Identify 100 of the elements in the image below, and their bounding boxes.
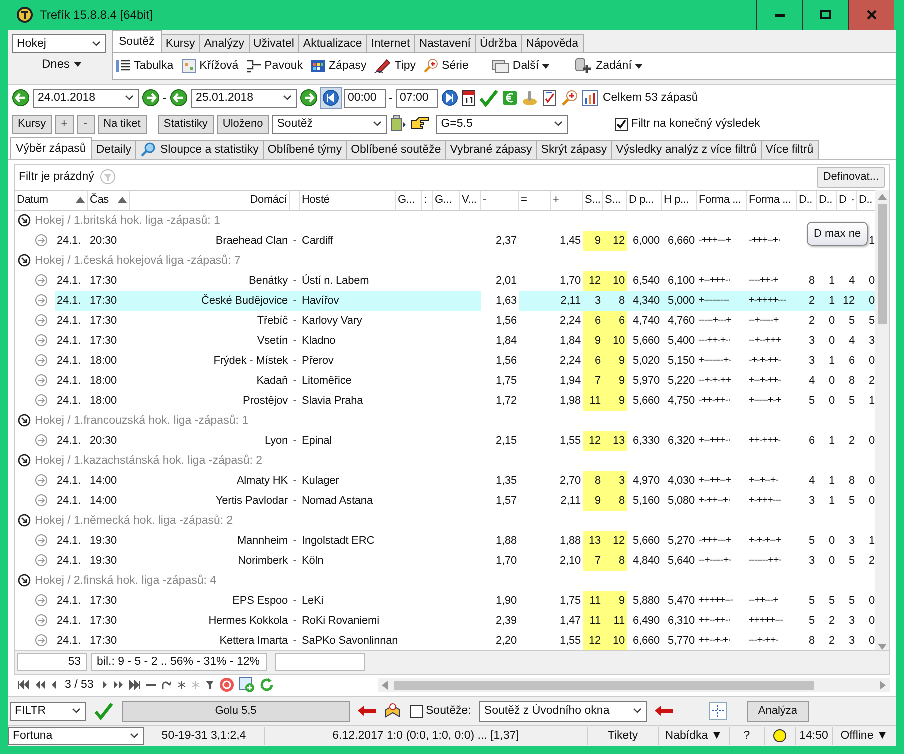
column-header[interactable]: Forma ... [697, 190, 747, 210]
close-button[interactable] [848, 0, 894, 30]
collapse-icon[interactable] [18, 254, 31, 268]
filter-icon[interactable] [204, 680, 215, 690]
table-cell[interactable]: 24.1. [55, 330, 88, 351]
ribbon-button[interactable]: Pavouk [246, 58, 303, 74]
action-button[interactable]: + [55, 114, 74, 134]
first-icon[interactable] [18, 680, 30, 690]
previous-icon[interactable] [50, 680, 58, 690]
column-header[interactable]: D.. [797, 190, 817, 210]
euro-icon[interactable] [502, 90, 518, 106]
ribbon-button[interactable]: Křížová [180, 58, 239, 74]
ribbon-button[interactable]: Tabulka [115, 58, 174, 74]
move-icon[interactable] [709, 702, 728, 720]
table-cell[interactable]: 24.1. [55, 470, 88, 491]
bookmaker-select[interactable]: Fortuna [8, 727, 144, 745]
fast-forward-icon[interactable] [441, 89, 459, 107]
next-page-icon[interactable] [112, 680, 125, 690]
collapse-icon[interactable] [18, 514, 31, 528]
checkmark-icon[interactable] [479, 89, 499, 107]
define-button[interactable]: Definovat... [817, 166, 885, 188]
date-from-field[interactable]: 24.01.2018 [33, 88, 139, 108]
table-cell[interactable]: 24.1. [55, 610, 88, 631]
table-cell[interactable]: 24.1. [55, 230, 88, 251]
asterisk-icon[interactable] [176, 680, 187, 690]
menu-tab[interactable]: Soutěž [112, 30, 162, 52]
view-tab[interactable]: Výsledky analýz z více filtrů [611, 140, 762, 159]
menu-tab[interactable]: Analýzy [199, 34, 250, 52]
view-tab[interactable]: Skrýt zápasy [536, 140, 612, 159]
view-tab[interactable]: Detaily [91, 140, 136, 159]
column-header[interactable]: = [519, 190, 551, 210]
rewind-icon[interactable] [321, 88, 341, 108]
checkmark-icon[interactable] [94, 702, 114, 720]
action-button[interactable]: - [76, 114, 95, 134]
view-tab[interactable]: Oblíbené soutěže [346, 140, 446, 159]
previous-page-icon[interactable] [34, 680, 46, 690]
collapse-icon[interactable] [18, 214, 31, 228]
scroll-thumb[interactable] [878, 204, 887, 324]
collapse-icon[interactable] [18, 454, 31, 468]
competition-select[interactable]: Soutěž [272, 114, 388, 134]
goals-select[interactable]: G=5.5 [436, 114, 568, 134]
view-tab[interactable]: Výběr zápasů [10, 137, 92, 159]
export-icon[interactable] [390, 115, 408, 133]
column-header[interactable]: : [422, 190, 433, 210]
redo-icon[interactable] [160, 680, 173, 690]
bar-chart-icon[interactable] [582, 90, 598, 106]
column-header[interactable]: S... [603, 190, 627, 210]
table-cell[interactable]: 24.1. [55, 390, 88, 411]
column-header[interactable]: D [837, 190, 857, 210]
table-cell[interactable]: 24.1. [55, 310, 88, 331]
time-to-field[interactable]: 07:00 [396, 88, 438, 108]
column-header[interactable]: S... [583, 190, 603, 210]
table-cell[interactable]: 24.1. [55, 370, 88, 391]
action-button[interactable]: Uloženo [216, 114, 270, 134]
view-tab[interactable]: Oblíbené týmy [262, 140, 348, 159]
scroll-right-icon[interactable] [880, 680, 886, 690]
table-cell[interactable]: 24.1. [55, 530, 88, 551]
column-header[interactable]: G... [433, 190, 460, 210]
column-header[interactable]: - [481, 190, 519, 210]
date-to-field[interactable]: 25.01.2018 [191, 88, 297, 108]
action-button[interactable]: Na tiket [98, 114, 147, 134]
vertical-scrollbar[interactable] [875, 190, 889, 650]
refresh-icon[interactable] [258, 677, 275, 694]
horizontal-scrollbar[interactable] [378, 678, 890, 692]
checklist-icon[interactable] [542, 89, 558, 107]
table-cell[interactable]: 24.1. [55, 550, 88, 571]
collapse-icon[interactable] [18, 414, 31, 428]
table-cell[interactable]: 24.1. [55, 590, 88, 611]
menu-tab[interactable]: Nápověda [521, 34, 584, 52]
column-header[interactable]: Forma ... [747, 190, 797, 210]
menu-tab[interactable]: Internet [366, 34, 416, 52]
ribbon-button[interactable]: Série [423, 58, 469, 74]
view-tab[interactable]: Vybrané zápasy [445, 140, 538, 159]
column-header[interactable]: D.. [817, 190, 837, 210]
scroll-up-icon[interactable] [878, 194, 887, 200]
zoom-icon[interactable] [561, 89, 579, 107]
menu-tab[interactable]: Kursy [160, 34, 200, 52]
column-header[interactable]: G... [396, 190, 422, 210]
scroll-left-icon[interactable] [382, 680, 388, 690]
ribbon-button[interactable]: Další [492, 58, 550, 74]
action-button[interactable]: Statistiky [158, 114, 214, 134]
calendar-page-icon[interactable] [462, 89, 476, 107]
column-header[interactable]: D p... [627, 190, 662, 210]
table-cell[interactable]: 24.1. [55, 350, 88, 371]
ribbon-button[interactable]: Zápasy [310, 58, 367, 74]
day-menu-button[interactable]: Dnes [42, 57, 82, 71]
menu-tab[interactable]: Nastavení [414, 34, 476, 52]
column-header[interactable]: H p... [662, 190, 697, 210]
view-tab[interactable]: Více filtrů [760, 140, 819, 159]
analyze-button[interactable]: Analýza [747, 700, 809, 722]
menu-tab[interactable]: Uživatel [248, 34, 300, 52]
table-cell[interactable]: 24.1. [55, 290, 88, 311]
action-button[interactable]: Kursy [12, 114, 52, 134]
offer-menu[interactable]: Nabídka ▼ [659, 727, 730, 745]
final-result-checkbox[interactable]: Filtr na konečný výsledek [615, 118, 760, 130]
sport-select[interactable]: Hokej [12, 34, 106, 53]
stop-icon[interactable] [218, 677, 235, 694]
competition-source-select[interactable]: Soutěž z Úvodního okna [479, 700, 648, 722]
table-cell[interactable]: 24.1. [55, 630, 88, 650]
goals-button[interactable]: Golu 5,5 [122, 700, 350, 722]
